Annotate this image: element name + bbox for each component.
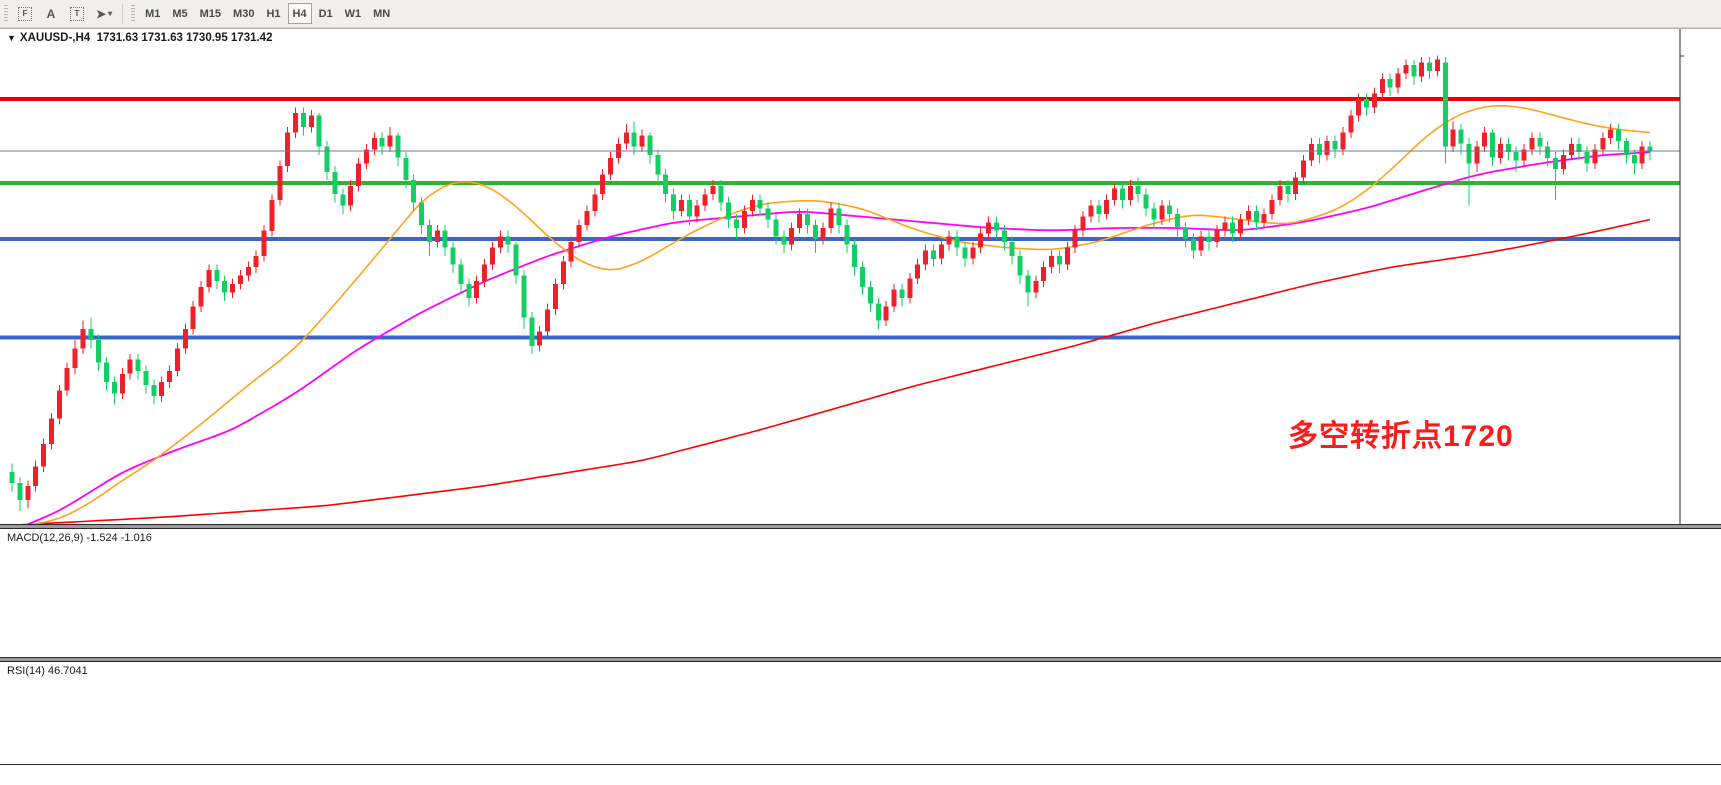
chart-symbol: XAUUSD-,H4	[20, 32, 90, 44]
timeframe-button-h1[interactable]: H1	[261, 3, 285, 24]
rsi-panel[interactable]: RSI(14) 46.7041	[0, 662, 1721, 764]
rsi-value: 46.7041	[48, 665, 88, 677]
chart-title: ▼ XAUUSD-,H4 1731.63 1731.63 1730.95 1731…	[7, 32, 272, 44]
timeframe-button-d1[interactable]: D1	[314, 3, 338, 24]
rsi-label: RSI(14) 46.7041	[7, 665, 88, 677]
collapse-arrow-icon[interactable]: ▼	[7, 33, 16, 43]
chart-ohlc-quotes: 1731.63 1731.63 1730.95 1731.42	[97, 32, 273, 44]
text-label-icon: T	[70, 7, 84, 21]
dropdown-caret-icon: ▾	[108, 9, 112, 18]
arrow-objects-button[interactable]: ➤ ▾	[91, 3, 117, 24]
timeframe-button-mn[interactable]: MN	[368, 3, 395, 24]
toolbar-grip-2[interactable]	[131, 5, 135, 23]
text-label-button[interactable]: T	[65, 3, 89, 24]
timeframe-button-h4[interactable]: H4	[288, 3, 312, 24]
arrow-objects-icon: ➤	[96, 7, 106, 21]
macd-svg[interactable]	[0, 529, 1721, 657]
chart-text-annotation[interactable]: 多空转折点1720	[1288, 411, 1514, 455]
timeframe-button-w1[interactable]: W1	[340, 3, 367, 24]
timeframe-button-m1[interactable]: M1	[140, 3, 165, 24]
macd-panel[interactable]: MACD(12,26,9) -1.524 -1.016	[0, 529, 1721, 657]
timeframe-group: M1M5M15M30H1H4D1W1MN	[139, 3, 396, 24]
timeframe-button-m30[interactable]: M30	[228, 3, 259, 24]
rsi-svg[interactable]	[0, 662, 1721, 764]
toolbar-separator	[122, 4, 123, 24]
rsi-name: RSI(14)	[7, 665, 45, 677]
top-toolbar: F A T ➤ ▾ M1M5M15M30H1H4D1W1MN	[0, 0, 1721, 28]
timeframe-button-m5[interactable]: M5	[167, 3, 192, 24]
toolbar-grip[interactable]	[4, 5, 8, 23]
fixed-grid-icon: F	[18, 7, 32, 21]
main-chart-panel[interactable]: ▼ XAUUSD-,H4 1731.63 1731.63 1730.95 1731…	[0, 28, 1721, 524]
macd-name: MACD(12,26,9)	[7, 532, 83, 544]
font-a-icon: A	[47, 7, 56, 21]
font-button[interactable]: A	[39, 3, 63, 24]
macd-values: -1.524 -1.016	[86, 532, 151, 544]
timeframe-button-m15[interactable]: M15	[195, 3, 226, 24]
time-axis[interactable]	[0, 764, 1721, 785]
macd-label: MACD(12,26,9) -1.524 -1.016	[7, 532, 152, 544]
fixed-grid-button[interactable]: F	[13, 3, 37, 24]
